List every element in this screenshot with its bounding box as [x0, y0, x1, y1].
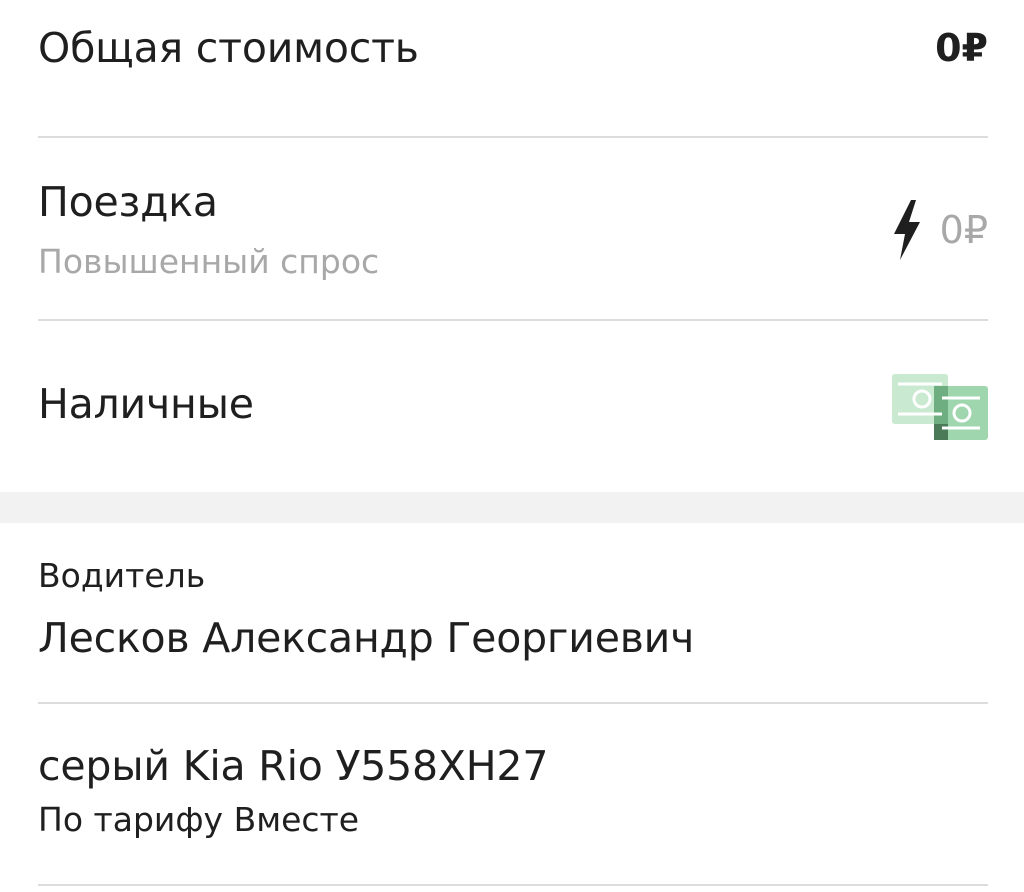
- payment-method-label: Наличные: [38, 380, 254, 428]
- divider: [38, 702, 988, 704]
- divider: [38, 319, 988, 321]
- driver-label: Водитель: [38, 556, 206, 595]
- car-row: серый Kia Rio У558ХН27 По тарифу Вместе: [38, 742, 988, 862]
- car-description: серый Kia Rio У558ХН27: [38, 742, 549, 790]
- driver-row: Водитель Лесков Александр Георгиевич: [38, 556, 988, 676]
- tariff-label: По тарифу Вместе: [38, 800, 360, 839]
- payment-method-row[interactable]: Наличные: [38, 380, 988, 436]
- driver-name: Лесков Александр Георгиевич: [38, 614, 695, 662]
- ride-row: Поездка Повышенный спрос 0₽: [38, 0, 988, 320]
- surge-note: Повышенный спрос: [38, 242, 380, 281]
- divider: [38, 884, 988, 886]
- ride-price: 0₽: [892, 200, 988, 260]
- section-separator: [0, 492, 1024, 523]
- cash-icon: [892, 374, 988, 444]
- ride-amount: 0₽: [939, 208, 988, 252]
- ride-label: Поездка: [38, 178, 218, 226]
- lightning-icon: [893, 200, 920, 260]
